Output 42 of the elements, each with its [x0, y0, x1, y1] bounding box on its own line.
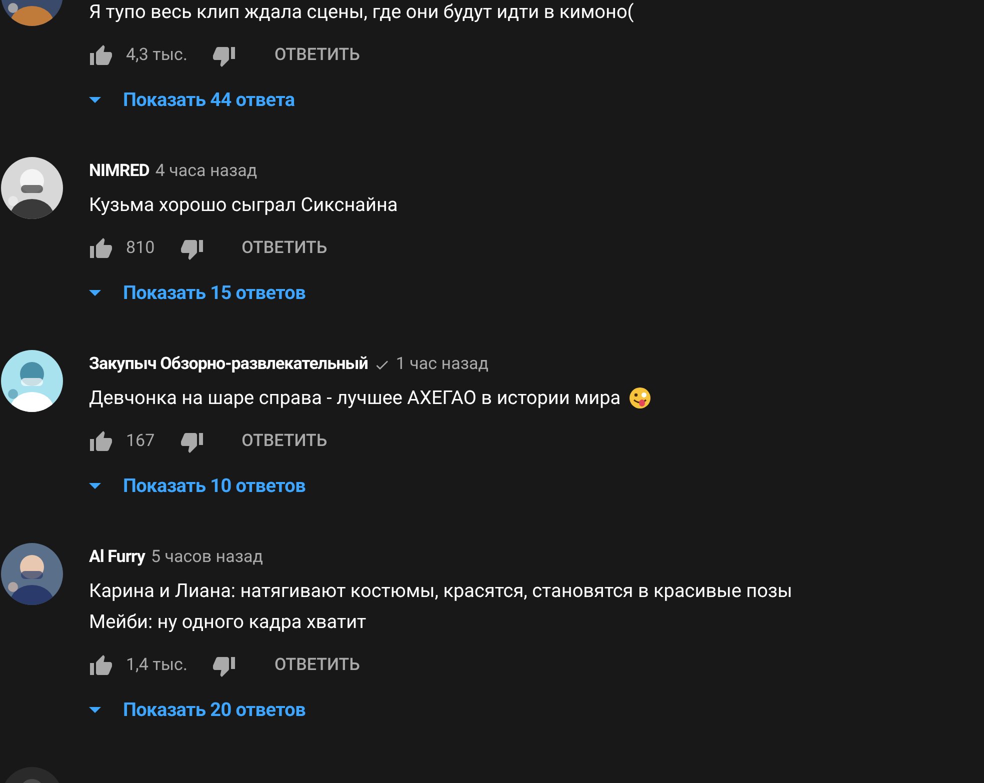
thumbs-down-icon	[212, 654, 236, 678]
show-replies-button[interactable]: Показать 15 ответов	[89, 273, 398, 313]
like-button[interactable]	[89, 237, 113, 261]
like-button[interactable]	[89, 430, 113, 454]
like-button[interactable]	[89, 654, 113, 678]
dislike-button[interactable]	[212, 44, 236, 68]
reply-button[interactable]: ОТВЕТИТЬ	[242, 429, 328, 455]
caret-icon	[89, 483, 101, 489]
author-name[interactable]: Закупыч Обзорно-развлекательный	[89, 352, 368, 378]
caret-icon	[89, 707, 101, 713]
thumbs-down-icon	[180, 430, 204, 454]
like-button[interactable]	[89, 44, 113, 68]
like-count: 1,4 тыс.	[126, 654, 188, 678]
timestamp[interactable]: 4 часа назад	[155, 159, 258, 185]
author-name[interactable]: NIMRED	[89, 159, 150, 185]
thumbs-up-icon	[89, 654, 113, 678]
thumbs-up-icon	[89, 430, 113, 454]
caret-icon	[89, 97, 101, 103]
thumbs-down-icon	[180, 237, 204, 261]
comment-text: Девчонка на шаре справа - лучшее АХЕГАО в истории мира	[89, 385, 621, 411]
dislike-button[interactable]	[180, 237, 204, 261]
show-replies-button[interactable]: Показать 20 ответов	[89, 690, 792, 730]
dislike-button[interactable]	[180, 430, 204, 454]
thumbs-up-icon	[89, 44, 113, 68]
reply-button[interactable]: ОТВЕТИТЬ	[242, 236, 328, 262]
like-count: 4,3 тыс.	[126, 44, 188, 68]
dislike-button[interactable]	[212, 654, 236, 678]
comment-text: Я тупо весь клип ждала сцены, где они будут идти в кимоно(	[89, 0, 634, 25]
thumbs-down-icon	[212, 44, 236, 68]
author-name[interactable]: Al Furry	[89, 545, 145, 571]
show-replies-button[interactable]: Показать 10 ответов	[89, 466, 651, 506]
comment-text: Карина и Лиана: натягивают костюмы, красятся, становятся в красивые позы Мейби: ну одного кадра хватит	[89, 578, 792, 635]
reply-button[interactable]: ОТВЕТИТЬ	[274, 43, 360, 69]
thumbs-up-icon	[89, 237, 113, 261]
like-count: 167	[126, 430, 155, 454]
show-replies-button[interactable]: Показать 44 ответа	[89, 80, 634, 120]
caret-icon	[89, 290, 101, 296]
timestamp[interactable]: 5 часов назад	[150, 545, 263, 571]
like-count: 810	[126, 237, 155, 260]
reply-button[interactable]: ОТВЕТИТЬ	[274, 653, 360, 679]
timestamp[interactable]: 1 час назад	[396, 352, 488, 378]
comment-text: Кузьма хорошо сыграл Сикснайна	[89, 192, 398, 218]
